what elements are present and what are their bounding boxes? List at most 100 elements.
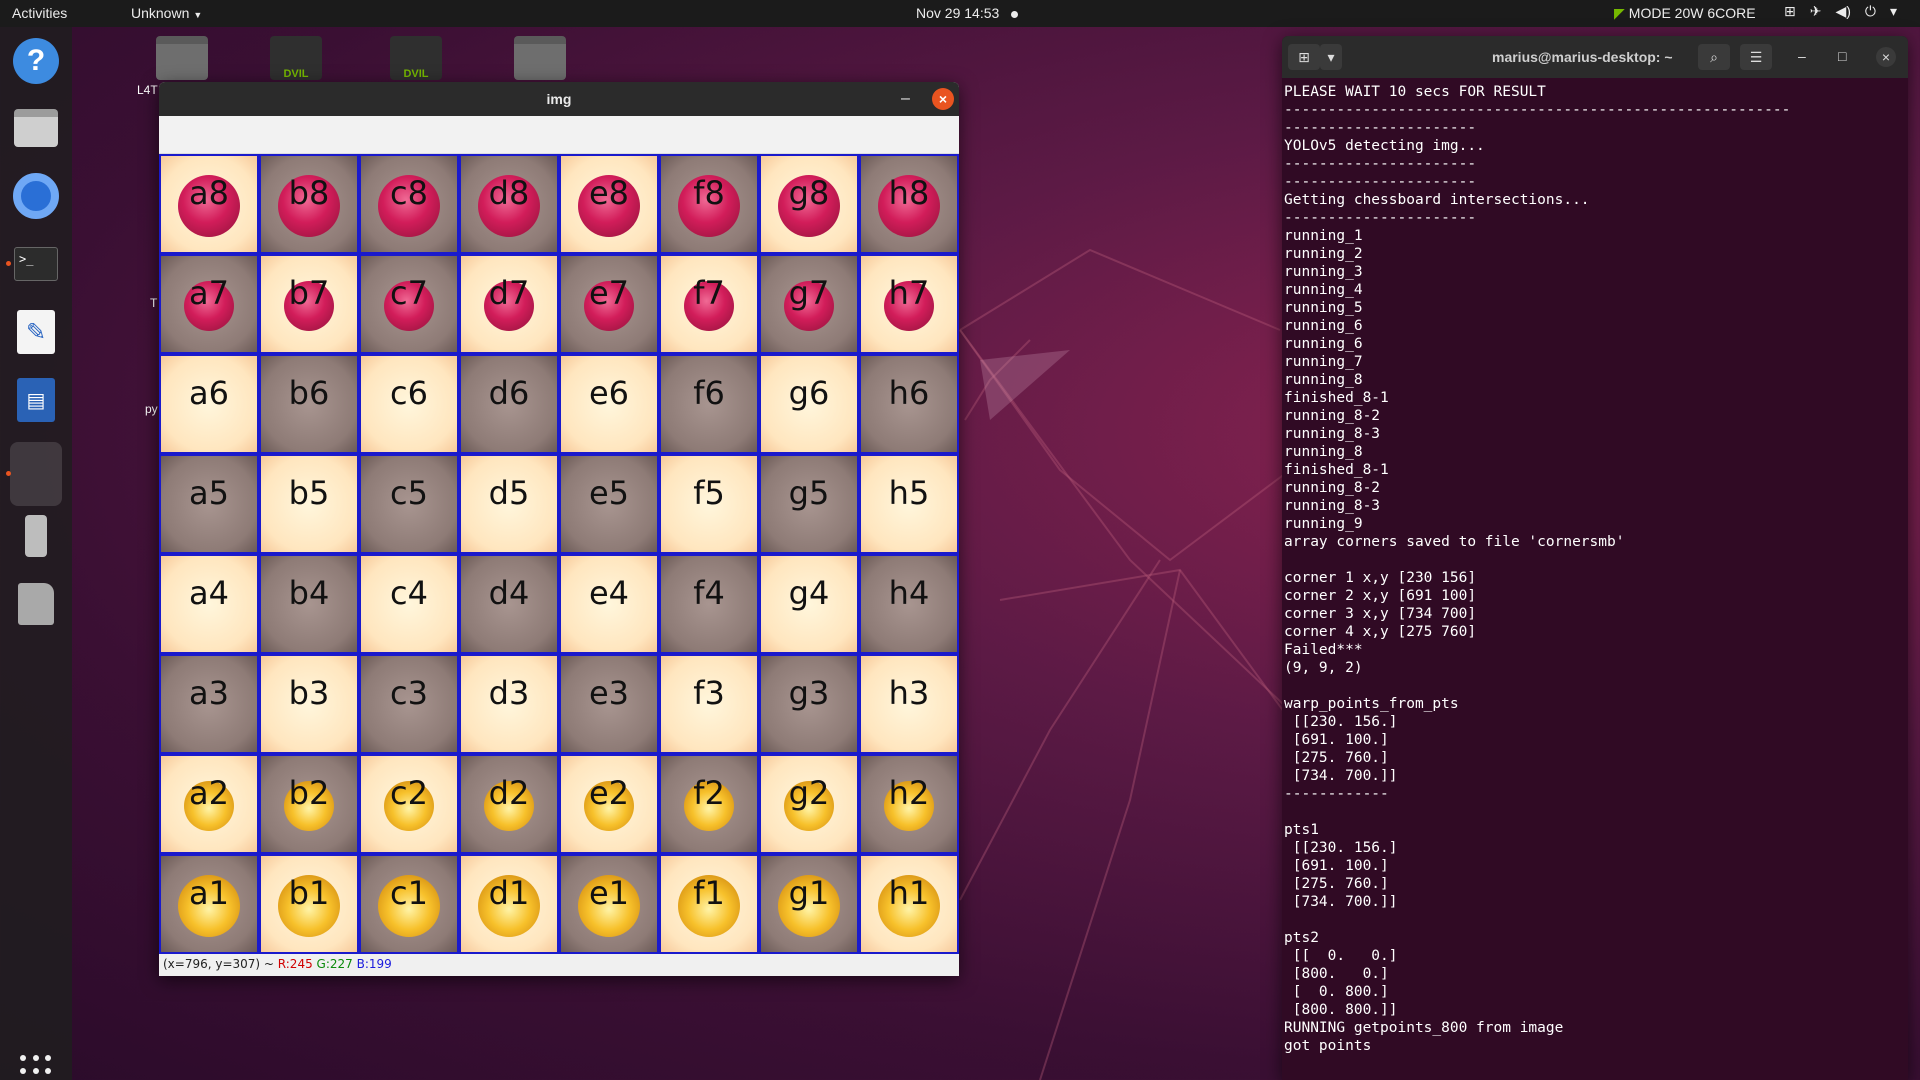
square-d8[interactable]: d8 (459, 154, 559, 254)
square-a6[interactable]: a6 (159, 354, 259, 454)
square-b6[interactable]: b6 (259, 354, 359, 454)
square-f2[interactable]: f2 (659, 754, 759, 854)
square-a1[interactable]: a1 (159, 854, 259, 954)
square-a5[interactable]: a5 (159, 454, 259, 554)
square-label: f5 (693, 474, 725, 512)
square-a8[interactable]: a8 (159, 154, 259, 254)
square-b3[interactable]: b3 (259, 654, 359, 754)
chromium-launcher[interactable] (10, 170, 62, 222)
maximize-icon[interactable]: □ (1838, 48, 1846, 64)
square-b7[interactable]: b7 (259, 254, 359, 354)
close-icon[interactable]: × (932, 88, 954, 110)
window-titlebar[interactable]: img – × (159, 82, 959, 116)
help-launcher[interactable]: ? (10, 35, 62, 87)
show-apps-icon[interactable] (20, 1055, 52, 1080)
terminal-titlebar[interactable]: ⊞ ▾ marius@marius-desktop: ~ ⌕ ☰ – □ × (1282, 36, 1908, 78)
files-launcher[interactable] (10, 102, 62, 154)
square-c4[interactable]: c4 (359, 554, 459, 654)
new-tab-icon[interactable]: ⊞ (1288, 44, 1320, 70)
square-b4[interactable]: b4 (259, 554, 359, 654)
square-h3[interactable]: h3 (859, 654, 959, 754)
square-a7[interactable]: a7 (159, 254, 259, 354)
square-h8[interactable]: h8 (859, 154, 959, 254)
square-f1[interactable]: f1 (659, 854, 759, 954)
clock[interactable]: Nov 29 14:53 (916, 5, 1019, 21)
chevron-down-icon[interactable]: ▾ (1320, 44, 1342, 70)
square-g3[interactable]: g3 (759, 654, 859, 754)
square-f8[interactable]: f8 (659, 154, 759, 254)
square-e2[interactable]: e2 (559, 754, 659, 854)
app-menu[interactable]: Unknown ▼ (131, 5, 202, 21)
square-e8[interactable]: e8 (559, 154, 659, 254)
square-h2[interactable]: h2 (859, 754, 959, 854)
square-d7[interactable]: d7 (459, 254, 559, 354)
system-tray[interactable]: ⊞ ✈ ◀) ⏻ ▾ (1784, 3, 1897, 20)
square-a3[interactable]: a3 (159, 654, 259, 754)
square-e7[interactable]: e7 (559, 254, 659, 354)
square-h5[interactable]: h5 (859, 454, 959, 554)
square-d6[interactable]: d6 (459, 354, 559, 454)
square-g6[interactable]: g6 (759, 354, 859, 454)
square-d2[interactable]: d2 (459, 754, 559, 854)
square-h1[interactable]: h1 (859, 854, 959, 954)
activities-button[interactable]: Activities (12, 5, 67, 21)
square-g2[interactable]: g2 (759, 754, 859, 854)
square-e3[interactable]: e3 (559, 654, 659, 754)
square-e6[interactable]: e6 (559, 354, 659, 454)
square-d4[interactable]: d4 (459, 554, 559, 654)
square-g1[interactable]: g1 (759, 854, 859, 954)
square-c8[interactable]: c8 (359, 154, 459, 254)
square-f3[interactable]: f3 (659, 654, 759, 754)
minimize-icon[interactable]: – (1798, 48, 1806, 64)
square-c1[interactable]: c1 (359, 854, 459, 954)
square-c6[interactable]: c6 (359, 354, 459, 454)
square-g8[interactable]: g8 (759, 154, 859, 254)
square-f5[interactable]: f5 (659, 454, 759, 554)
power-mode-indicator[interactable]: ◤ MODE 20W 6CORE (1614, 5, 1756, 22)
nvidia-shortcut-icon[interactable]: DVIL (390, 36, 442, 80)
square-c2[interactable]: c2 (359, 754, 459, 854)
desktop-shortcut-icon[interactable] (156, 36, 208, 80)
writer-launcher[interactable]: ▤ (10, 374, 62, 426)
square-b5[interactable]: b5 (259, 454, 359, 554)
nvidia-shortcut-icon[interactable]: DVIL (270, 36, 322, 80)
square-h4[interactable]: h4 (859, 554, 959, 654)
square-c3[interactable]: c3 (359, 654, 459, 754)
square-f6[interactable]: f6 (659, 354, 759, 454)
usb-drive-launcher[interactable] (10, 510, 62, 562)
active-window-launcher[interactable] (6, 442, 62, 506)
text-editor-launcher[interactable]: ✎ (10, 306, 62, 358)
square-e5[interactable]: e5 (559, 454, 659, 554)
folder-icon[interactable] (514, 36, 566, 80)
square-g5[interactable]: g5 (759, 454, 859, 554)
square-d5[interactable]: d5 (459, 454, 559, 554)
square-b8[interactable]: b8 (259, 154, 359, 254)
square-h6[interactable]: h6 (859, 354, 959, 454)
square-c5[interactable]: c5 (359, 454, 459, 554)
square-h7[interactable]: h7 (859, 254, 959, 354)
hamburger-menu-icon[interactable]: ☰ (1740, 44, 1772, 70)
square-b2[interactable]: b2 (259, 754, 359, 854)
square-d1[interactable]: d1 (459, 854, 559, 954)
square-label: a7 (189, 274, 229, 312)
square-b1[interactable]: b1 (259, 854, 359, 954)
square-a2[interactable]: a2 (159, 754, 259, 854)
square-d3[interactable]: d3 (459, 654, 559, 754)
square-f7[interactable]: f7 (659, 254, 759, 354)
square-g4[interactable]: g4 (759, 554, 859, 654)
square-e1[interactable]: e1 (559, 854, 659, 954)
close-icon[interactable]: × (1876, 47, 1896, 67)
square-a4[interactable]: a4 (159, 554, 259, 654)
terminal-launcher[interactable]: >_ (6, 238, 62, 290)
search-icon[interactable]: ⌕ (1698, 44, 1730, 70)
sd-card-launcher[interactable] (10, 578, 62, 630)
square-c7[interactable]: c7 (359, 254, 459, 354)
chessboard-image[interactable]: a8 b8 c8 d8 e8 f8 g8 h8 a7 b7 c7 d7 e7 f7 g7 h7 a6 b6 c6 d6… (159, 154, 959, 954)
square-label: a5 (189, 474, 229, 512)
square-f4[interactable]: f4 (659, 554, 759, 654)
square-g7[interactable]: g7 (759, 254, 859, 354)
square-e4[interactable]: e4 (559, 554, 659, 654)
terminal-output[interactable]: PLEASE WAIT 10 secs FOR RESULT ---------… (1284, 83, 1904, 1073)
square-label: h2 (888, 774, 930, 812)
minimize-icon[interactable]: – (901, 82, 910, 116)
